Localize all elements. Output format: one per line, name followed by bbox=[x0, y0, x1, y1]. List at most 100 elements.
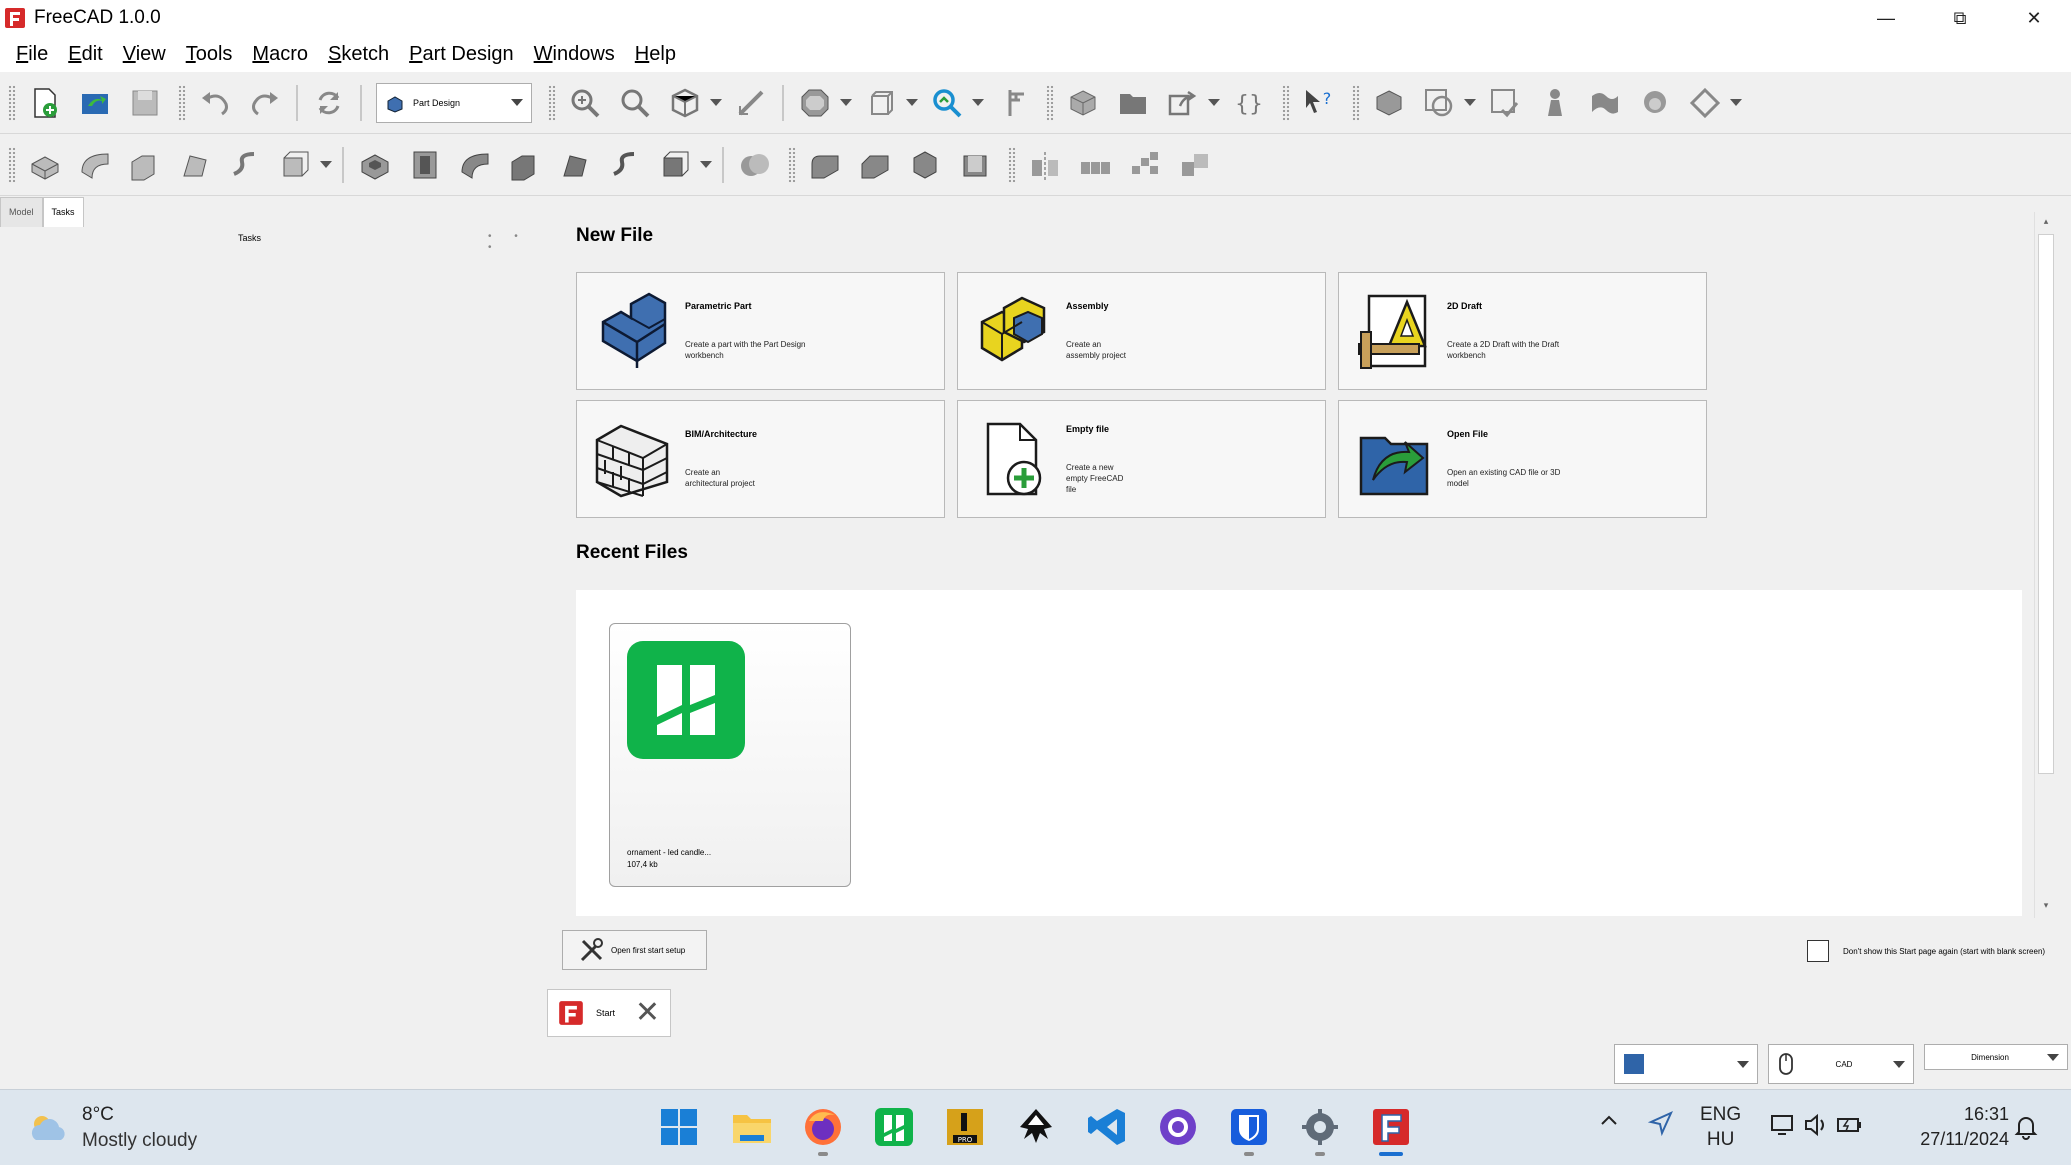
toolbar-grip[interactable] bbox=[1008, 146, 1016, 183]
maximize-button[interactable]: ⧉ bbox=[1923, 0, 1997, 36]
polar-pattern-button[interactable] bbox=[1124, 144, 1166, 186]
draw-style-dropdown[interactable] bbox=[840, 82, 852, 124]
start-menu-button[interactable] bbox=[652, 1100, 706, 1154]
taskbar-firefox[interactable] bbox=[796, 1100, 850, 1156]
standard-views-button[interactable] bbox=[664, 82, 706, 124]
taskbar-freecad[interactable] bbox=[1364, 1100, 1418, 1156]
link-button[interactable] bbox=[1162, 82, 1204, 124]
subtractive-loft-button[interactable] bbox=[504, 144, 546, 186]
hole-button[interactable] bbox=[404, 144, 446, 186]
toolbar-grip[interactable] bbox=[1282, 84, 1290, 121]
document-tab-start[interactable]: Start ✕ bbox=[547, 989, 671, 1037]
zoom-button[interactable] bbox=[926, 82, 968, 124]
taskbar-file-explorer[interactable] bbox=[725, 1100, 779, 1154]
taskbar-settings[interactable] bbox=[1293, 1100, 1347, 1156]
new-document-button[interactable] bbox=[24, 82, 66, 124]
dont-show-start-page-option[interactable]: Don't show this Start page again (start … bbox=[1807, 940, 2045, 962]
taskbar-spreadsheet-app[interactable] bbox=[867, 1100, 921, 1154]
measure-distance-button[interactable] bbox=[992, 82, 1034, 124]
dont-show-checkbox[interactable] bbox=[1807, 940, 1829, 962]
recent-file-card[interactable]: ornament - led candle... 107,4 kb bbox=[609, 623, 851, 887]
open-first-start-setup-button[interactable]: Open first start setup bbox=[562, 930, 707, 970]
location-tray-icon[interactable] bbox=[1647, 1110, 1674, 1142]
menu-view[interactable]: View bbox=[113, 39, 176, 70]
clone-button[interactable] bbox=[1634, 82, 1676, 124]
groove-button[interactable] bbox=[454, 144, 496, 186]
unit-system-selector[interactable]: Dimension bbox=[1924, 1044, 2068, 1070]
tab-tasks[interactable]: Tasks bbox=[42, 197, 84, 227]
toolbar-grip[interactable] bbox=[1046, 84, 1054, 121]
zoom-dropdown[interactable] bbox=[972, 82, 984, 124]
additive-primitive-dropdown[interactable] bbox=[320, 144, 332, 186]
menu-edit[interactable]: Edit bbox=[58, 39, 112, 70]
card-empty-file[interactable]: Empty file Create a new empty FreeCAD fi… bbox=[957, 400, 1326, 518]
sketch-dropdown[interactable] bbox=[1464, 82, 1476, 124]
draft-button[interactable] bbox=[904, 144, 946, 186]
variable-set-button[interactable]: {} bbox=[1228, 82, 1270, 124]
toolbar-grip[interactable] bbox=[8, 84, 16, 121]
menu-help[interactable]: Help bbox=[625, 39, 686, 70]
start-page-scrollbar[interactable]: ▴ ▾ bbox=[2034, 212, 2056, 918]
toolbar-grip[interactable] bbox=[178, 84, 186, 121]
notifications-button[interactable] bbox=[2014, 1114, 2038, 1146]
view-color-selector[interactable] bbox=[1614, 1044, 1758, 1084]
card-parametric-part[interactable]: Parametric Part Create a part with the P… bbox=[576, 272, 945, 390]
scroll-down-icon[interactable]: ▾ bbox=[2039, 900, 2053, 914]
input-language-indicator[interactable]: ENG HU bbox=[1700, 1102, 1741, 1152]
taskbar-vscode[interactable] bbox=[1080, 1100, 1134, 1154]
taskbar-github-desktop[interactable] bbox=[1151, 1100, 1205, 1154]
taskbar-ide-app[interactable]: PRO bbox=[938, 1100, 992, 1154]
additive-pipe-button[interactable] bbox=[174, 144, 216, 186]
taskbar-inkscape[interactable] bbox=[1009, 1100, 1063, 1154]
close-window-button[interactable]: ✕ bbox=[1997, 0, 2071, 36]
menu-windows[interactable]: Windows bbox=[524, 39, 625, 70]
toolbar-grip[interactable] bbox=[548, 84, 556, 121]
pad-button[interactable] bbox=[24, 144, 66, 186]
taskbar-clock[interactable]: 16:31 27/11/2024 bbox=[1920, 1102, 2009, 1152]
boolean-button[interactable] bbox=[734, 144, 776, 186]
card-open-file[interactable]: Open File Open an existing CAD file or 3… bbox=[1338, 400, 1707, 518]
taskbar-bitwarden[interactable] bbox=[1222, 1100, 1276, 1156]
undo-button[interactable] bbox=[194, 82, 236, 124]
chamfer-button[interactable] bbox=[854, 144, 896, 186]
linear-pattern-button[interactable] bbox=[1074, 144, 1116, 186]
additive-helix-button[interactable] bbox=[224, 144, 266, 186]
scrollbar-thumb[interactable] bbox=[2038, 234, 2054, 774]
datum-point-button[interactable] bbox=[1534, 82, 1576, 124]
shape-binder-button[interactable] bbox=[1584, 82, 1626, 124]
measure-button[interactable] bbox=[730, 82, 772, 124]
card-bim-architecture[interactable]: BIM/Architecture Create an architectural… bbox=[576, 400, 945, 518]
tab-model[interactable]: Model bbox=[0, 197, 43, 227]
weather-widget[interactable]: 8°C Mostly cloudy bbox=[28, 1104, 197, 1152]
toolbar-grip[interactable] bbox=[8, 146, 16, 183]
subtractive-pipe-button[interactable] bbox=[554, 144, 596, 186]
show-hidden-icons-button[interactable] bbox=[1598, 1110, 1620, 1138]
open-document-button[interactable] bbox=[74, 82, 116, 124]
minimize-button[interactable]: — bbox=[1849, 0, 1923, 36]
revolution-button[interactable] bbox=[74, 144, 116, 186]
toolbar-grip[interactable] bbox=[788, 146, 796, 183]
whats-this-button[interactable]: ? bbox=[1298, 82, 1340, 124]
validate-sketch-button[interactable] bbox=[1484, 82, 1526, 124]
card-assembly[interactable]: Assembly Create an assembly project bbox=[957, 272, 1326, 390]
pocket-button[interactable] bbox=[354, 144, 396, 186]
link-dropdown[interactable] bbox=[1208, 82, 1220, 124]
navigation-style-selector[interactable]: CAD bbox=[1768, 1044, 1914, 1084]
menu-file[interactable]: File bbox=[6, 39, 58, 70]
menu-sketch[interactable]: Sketch bbox=[318, 39, 399, 70]
save-button[interactable] bbox=[124, 82, 166, 124]
bounding-box-button[interactable] bbox=[860, 82, 902, 124]
fillet-button[interactable] bbox=[804, 144, 846, 186]
card-2d-draft[interactable]: 2D Draft Create a 2D Draft with the Draf… bbox=[1338, 272, 1707, 390]
multi-transform-button[interactable] bbox=[1174, 144, 1216, 186]
create-group-button[interactable] bbox=[1112, 82, 1154, 124]
menu-tools[interactable]: Tools bbox=[176, 39, 243, 70]
workbench-selector[interactable]: Part Design bbox=[376, 82, 532, 123]
panel-options-icon[interactable]: • • • bbox=[488, 231, 540, 253]
fit-all-button[interactable] bbox=[564, 82, 606, 124]
additive-primitive-button[interactable] bbox=[274, 144, 316, 186]
subtractive-primitive-dropdown[interactable] bbox=[700, 144, 712, 186]
subtractive-primitive-button[interactable] bbox=[654, 144, 696, 186]
body-button[interactable] bbox=[1368, 82, 1410, 124]
create-sketch-button[interactable] bbox=[1418, 82, 1460, 124]
